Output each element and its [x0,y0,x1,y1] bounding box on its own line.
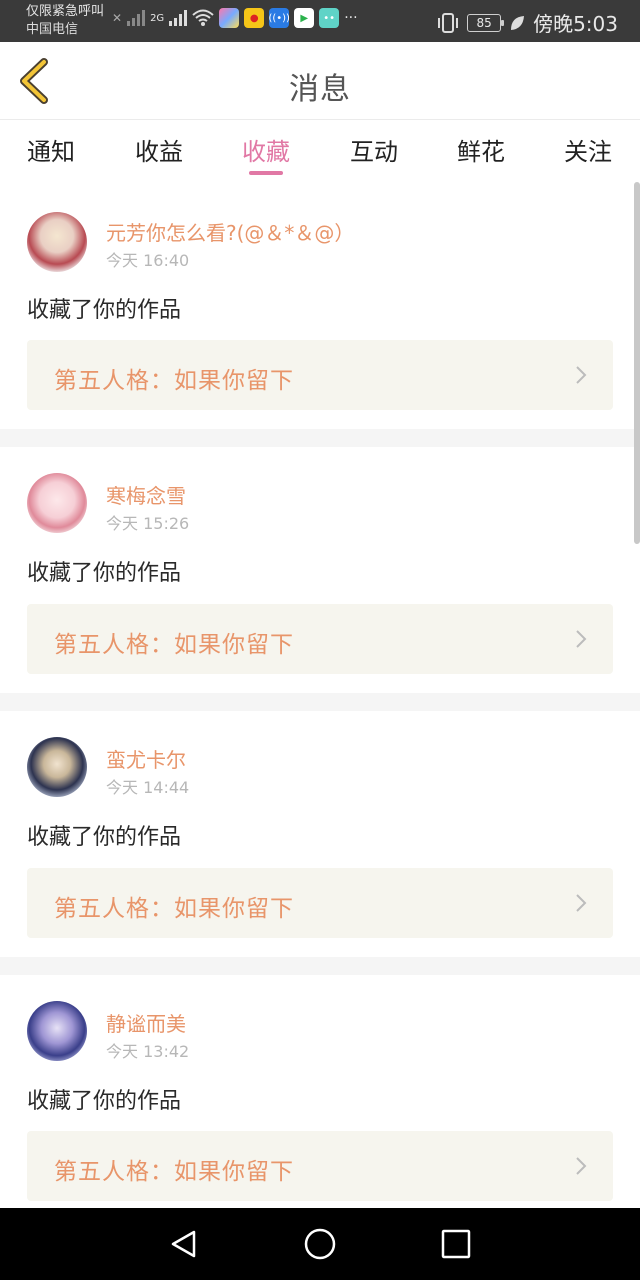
nav-back-button[interactable] [166,1226,202,1262]
message-time: 今天 14:44 [106,778,190,797]
message-card: 元芳你怎么看?(@＆*＆@） 今天 16:40 收藏了你的作品 第五人格：如果你… [0,182,640,429]
status-bar: 仅限紧急呼叫 中国电信 ✕ 2G ● ((•)) ▶ •• ··· 85 傍晚5… [0,0,640,42]
message-action: 收藏了你的作品 [27,825,182,850]
work-title: 第五人格：如果你留下 [54,368,294,394]
message-time: 今天 15:26 [106,514,190,533]
user-avatar[interactable] [27,737,87,797]
video-app-icon: ▶ [294,8,315,28]
chevron-right-icon [576,1157,587,1175]
page-title: 消息 [289,72,351,107]
app-header: 消息 [0,42,640,120]
user-name[interactable]: 元芳你怎么看?(@＆*＆@） [106,217,354,246]
network-type-label: 2G [150,12,165,24]
work-link[interactable]: 第五人格：如果你留下 [27,340,613,410]
nav-home-button[interactable] [302,1226,338,1262]
chevron-right-icon [576,630,587,648]
message-action: 收藏了你的作品 [27,561,182,586]
vibrate-icon [438,12,459,33]
user-avatar[interactable] [27,212,87,272]
chevron-right-icon [576,894,587,912]
no-sim-icon: ✕ [112,11,123,25]
scrollbar[interactable] [634,182,640,544]
user-name[interactable]: 寒梅念雪 [106,480,186,509]
active-tab-indicator [249,171,283,175]
user-avatar[interactable] [27,473,87,533]
nav-recents-button[interactable] [438,1226,474,1262]
work-title: 第五人格：如果你留下 [54,1159,294,1185]
chevron-right-icon [576,366,587,384]
message-action: 收藏了你的作品 [27,298,182,323]
status-carrier-info: 仅限紧急呼叫 中国电信 [26,3,104,39]
work-title: 第五人格：如果你留下 [54,632,294,658]
message-time: 今天 16:40 [106,251,190,270]
message-card: 静谧而美 今天 13:42 收藏了你的作品 第五人格：如果你留下 [0,975,640,1208]
work-link[interactable]: 第五人格：如果你留下 [27,1131,613,1201]
triangle-back-icon [171,1230,196,1258]
message-card: 蛮尤卡尔 今天 14:44 收藏了你的作品 第五人格：如果你留下 [0,711,640,957]
wifi-icon [192,9,214,26]
work-title: 第五人格：如果你留下 [54,896,294,922]
tab-notifications[interactable]: 通知 [11,132,91,167]
message-list: 元芳你怎么看?(@＆*＆@） 今天 16:40 收藏了你的作品 第五人格：如果你… [0,182,640,1208]
gallery-app-icon [219,8,240,28]
emergency-text: 仅限紧急呼叫 [26,4,105,19]
work-link[interactable]: 第五人格：如果你留下 [27,868,613,938]
tab-interactions[interactable]: 互动 [334,132,414,167]
message-card: 寒梅念雪 今天 15:26 收藏了你的作品 第五人格：如果你留下 [0,447,640,693]
status-right: 85 傍晚5:03 [437,8,618,37]
weibo-app-icon: ● [244,8,265,28]
carrier-text: 中国电信 [26,22,79,37]
hotspot-app-icon: ((•)) [268,8,290,28]
power-saving-leaf-icon [511,15,525,30]
battery-level: 85 [476,15,492,30]
work-link[interactable]: 第五人格：如果你留下 [27,604,613,674]
user-avatar[interactable] [27,1001,87,1061]
system-nav-bar [0,1208,640,1280]
status-notification-icons: ✕ 2G ● ((•)) ▶ •• ··· [112,8,358,28]
tab-flowers[interactable]: 鲜花 [441,132,521,167]
message-action: 收藏了你的作品 [27,1089,182,1114]
more-notifications-icon: ··· [344,10,358,26]
user-name[interactable]: 静谧而美 [106,1008,186,1037]
battery-icon: 85 [467,13,505,32]
signal-icon-2 [169,10,188,26]
tab-following[interactable]: 关注 [548,132,628,167]
message-time: 今天 13:42 [106,1042,190,1061]
circle-home-icon [304,1228,336,1260]
signal-icon [127,10,146,26]
tab-earnings[interactable]: 收益 [119,132,199,167]
bilibili-app-icon: •• [319,8,340,28]
clock-text: 傍晚5:03 [533,12,618,36]
tab-bar: 通知 收益 收藏 互动 鲜花 关注 [0,120,640,182]
tab-favorites[interactable]: 收藏 [226,132,306,167]
user-name[interactable]: 蛮尤卡尔 [106,744,186,773]
square-recents-icon [441,1229,471,1259]
